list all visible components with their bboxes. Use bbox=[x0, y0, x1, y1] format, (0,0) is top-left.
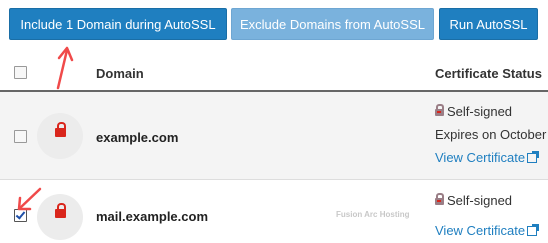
row-checkbox[interactable] bbox=[14, 130, 27, 143]
select-all-checkbox[interactable] bbox=[14, 66, 27, 79]
view-certificate-label[interactable]: View Certificate bbox=[435, 150, 525, 165]
domain-name: mail.example.com bbox=[96, 209, 208, 224]
view-certificate-link[interactable]: View Certificate bbox=[435, 150, 540, 165]
table-row: example.com Self-signed Expires on Octob… bbox=[0, 92, 548, 180]
status-column-header[interactable]: Certificate Status bbox=[435, 66, 542, 81]
status-text: Self-signed bbox=[447, 104, 513, 119]
run-autossl-button[interactable]: Run AutoSSL bbox=[439, 8, 538, 40]
expiry-text: Expires on October bbox=[435, 127, 547, 142]
include-domain-button[interactable]: Include 1 Domain during AutoSSL bbox=[9, 8, 227, 40]
lock-icon bbox=[55, 122, 66, 137]
status-text: Self-signed bbox=[447, 193, 513, 208]
certificate-status: Self-signed bbox=[435, 104, 512, 119]
exclude-domains-button[interactable]: Exclude Domains from AutoSSL bbox=[231, 8, 434, 40]
domain-name: example.com bbox=[96, 130, 179, 145]
certificate-status: Self-signed bbox=[435, 193, 512, 208]
toolbar: Include 1 Domain during AutoSSL Exclude … bbox=[0, 0, 548, 46]
lock-icon bbox=[55, 203, 66, 218]
external-link-icon bbox=[527, 224, 540, 236]
table-row: mail.example.com Self-signed View Certif… bbox=[0, 180, 548, 243]
view-certificate-label[interactable]: View Certificate bbox=[435, 223, 525, 238]
watermark-text: Fusion Arc Hosting bbox=[336, 210, 410, 219]
annotation-arrow-diagonal bbox=[17, 187, 42, 211]
domain-column-header[interactable]: Domain bbox=[96, 66, 144, 81]
self-signed-lock-icon bbox=[435, 193, 444, 205]
view-certificate-link[interactable]: View Certificate bbox=[435, 223, 540, 238]
self-signed-lock-icon bbox=[435, 104, 444, 116]
table-header: Domain Certificate Status bbox=[0, 52, 548, 92]
annotation-arrow-up bbox=[56, 46, 74, 90]
external-link-icon bbox=[527, 151, 540, 163]
lock-badge bbox=[37, 113, 83, 159]
